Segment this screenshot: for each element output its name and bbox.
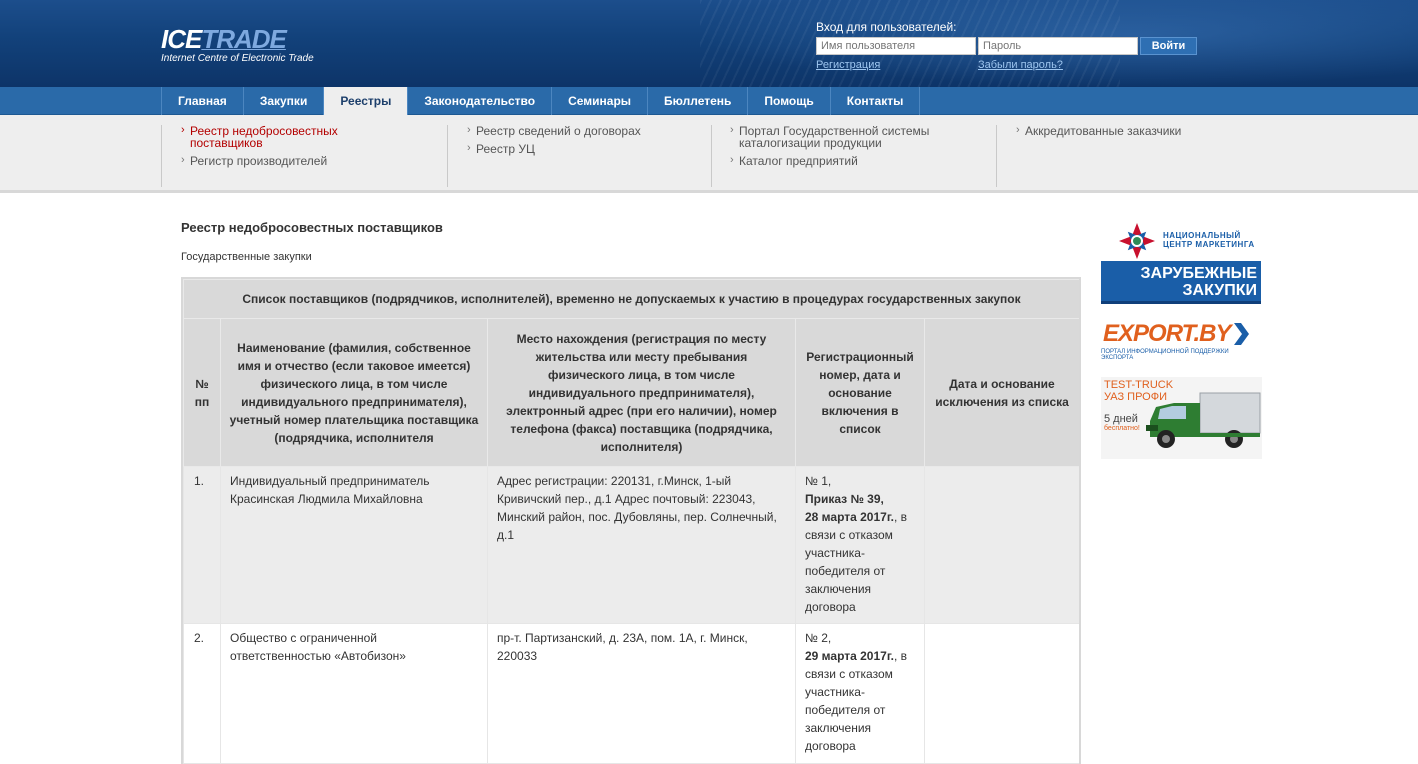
- submenu-item-unreliable-suppliers[interactable]: Реестр недобросовестных поставщиков: [181, 124, 380, 149]
- logo-tagline: Internet Centre of Electronic Trade: [161, 53, 314, 64]
- forgot-password-link[interactable]: Забыли пароль?: [978, 59, 1063, 71]
- foreign-procurement-banner[interactable]: НАЦИОНАЛЬНЫЙ ЦЕНТР МАРКЕТИНГА ЗАРУБЕЖНЫЕ…: [1101, 217, 1261, 304]
- registry-table-wrapper: Список поставщиков (подрядчиков, исполни…: [181, 277, 1081, 764]
- banner-org-name: НАЦИОНАЛЬНЫЙ ЦЕНТР МАРКЕТИНГА: [1163, 231, 1255, 249]
- submenu-item-cataloging-portal[interactable]: Портал Государственной системы каталогиз…: [730, 124, 949, 149]
- page-title: Реестр недобросовестных поставщиков: [181, 220, 443, 235]
- nav-tab-home[interactable]: Главная: [161, 87, 243, 115]
- truck-icon: [1146, 392, 1261, 448]
- submenu-column: Реестр сведений о договорах Реестр УЦ: [447, 124, 711, 187]
- username-input[interactable]: [816, 37, 976, 55]
- nav-tab-registries[interactable]: Реестры: [323, 87, 408, 115]
- column-header-name: Наименование (фамилия, собственное имя и…: [220, 318, 488, 467]
- column-header-registration: Регистрационный номер, дата и основание …: [795, 318, 925, 467]
- registries-submenu: Реестр недобросовестных поставщиков Реги…: [0, 115, 1418, 193]
- export-by-banner[interactable]: EXPORT.BY ПОРТАЛ ИНФОРМАЦИОННОЙ ПОДДЕРЖК…: [1101, 320, 1261, 362]
- submenu-item-ca-registry[interactable]: Реестр УЦ: [467, 142, 711, 155]
- column-header-number: № пп: [183, 318, 221, 467]
- column-header-location: Место нахождения (регистрация по месту ж…: [487, 318, 796, 467]
- banner-line1: ЗАРУБЕЖНЫЕ: [1140, 265, 1257, 282]
- exclusion-info: [923, 623, 1079, 764]
- main-nav: Главная Закупки Реестры Законодательство…: [0, 87, 1418, 115]
- export-by-wordmark: EXPORT.BY: [1103, 320, 1231, 347]
- submenu-column: Аккредитованные заказчики: [996, 124, 1246, 187]
- row-number: 2.: [183, 623, 221, 764]
- login-label: Вход для пользователей:: [816, 20, 957, 34]
- nav-tab-help[interactable]: Помощь: [747, 87, 829, 115]
- login-form: Вход для пользователей: Войти Регистраци…: [816, 20, 1197, 71]
- supplier-name: Индивидуальный предприниматель Красинска…: [220, 466, 488, 624]
- table-row: 2. Общество с ограниченной ответственнос…: [183, 623, 1079, 764]
- supplier-name: Общество с ограниченной ответственностью…: [220, 623, 488, 764]
- test-truck-banner[interactable]: TEST-TRUCK УАЗ ПРОФИ 5 дней бесплатно!: [1101, 377, 1262, 459]
- column-header-exclusion: Дата и основание исключения из списка: [923, 318, 1079, 467]
- exclusion-info: [923, 466, 1079, 624]
- nav-tab-seminars[interactable]: Семинары: [551, 87, 647, 115]
- submenu-column: Реестр недобросовестных поставщиков Реги…: [161, 124, 448, 187]
- table-row: 1. Индивидуальный предприниматель Красин…: [183, 466, 1079, 624]
- nav-tab-contacts[interactable]: Контакты: [829, 87, 921, 115]
- row-number: 1.: [183, 466, 221, 624]
- nav-tab-bulletin[interactable]: Бюллетень: [647, 87, 747, 115]
- site-logo[interactable]: ICETRADE Internet Centre of Electronic T…: [161, 26, 314, 64]
- export-by-tagline: ПОРТАЛ ИНФОРМАЦИОННОЙ ПОДДЕРЖКИ ЭКСПОРТА: [1101, 349, 1229, 361]
- nav-tab-legislation[interactable]: Законодательство: [407, 87, 551, 115]
- site-header: ICETRADE Internet Centre of Electronic T…: [0, 0, 1418, 87]
- marketing-center-logo-icon: [1119, 223, 1155, 259]
- chevron-right-icon: [1234, 323, 1250, 345]
- banner-days: 5 дней: [1104, 413, 1138, 425]
- banner-free: бесплатно!: [1104, 425, 1140, 432]
- table-caption: Список поставщиков (подрядчиков, исполни…: [183, 279, 1079, 319]
- submenu-column: Портал Государственной системы каталогиз…: [711, 124, 997, 187]
- submenu-item-accredited-customers[interactable]: Аккредитованные заказчики: [1016, 124, 1246, 137]
- registration-info: № 1, Приказ № 39, 28 марта 2017г., в связи…: [795, 466, 925, 624]
- supplier-address: Адрес регистрации: 220131, г.Минск, 1-ый…: [487, 466, 796, 624]
- page-subtitle: Государственные закупки: [181, 251, 312, 263]
- registry-table: Список поставщиков (подрядчиков, исполни…: [183, 279, 1079, 764]
- nav-tab-purchases[interactable]: Закупки: [242, 87, 324, 115]
- banner-line2: ЗАКУПКИ: [1182, 282, 1257, 299]
- register-link[interactable]: Регистрация: [816, 59, 978, 71]
- supplier-address: пр-т. Партизанский, д. 23А, пом. 1А, г. …: [487, 623, 796, 764]
- registration-info: № 2, 29 марта 2017г., в связи с отказом у…: [795, 623, 925, 764]
- submenu-item-enterprise-catalog[interactable]: Каталог предприятий: [730, 154, 997, 167]
- password-input[interactable]: [978, 37, 1138, 55]
- submenu-item-producers-register[interactable]: Регистр производителей: [181, 154, 448, 167]
- submenu-item-contracts-registry[interactable]: Реестр сведений о договорах: [467, 124, 711, 137]
- login-button[interactable]: Войти: [1140, 37, 1197, 55]
- logo-wordmark: ICETRADE: [161, 24, 287, 54]
